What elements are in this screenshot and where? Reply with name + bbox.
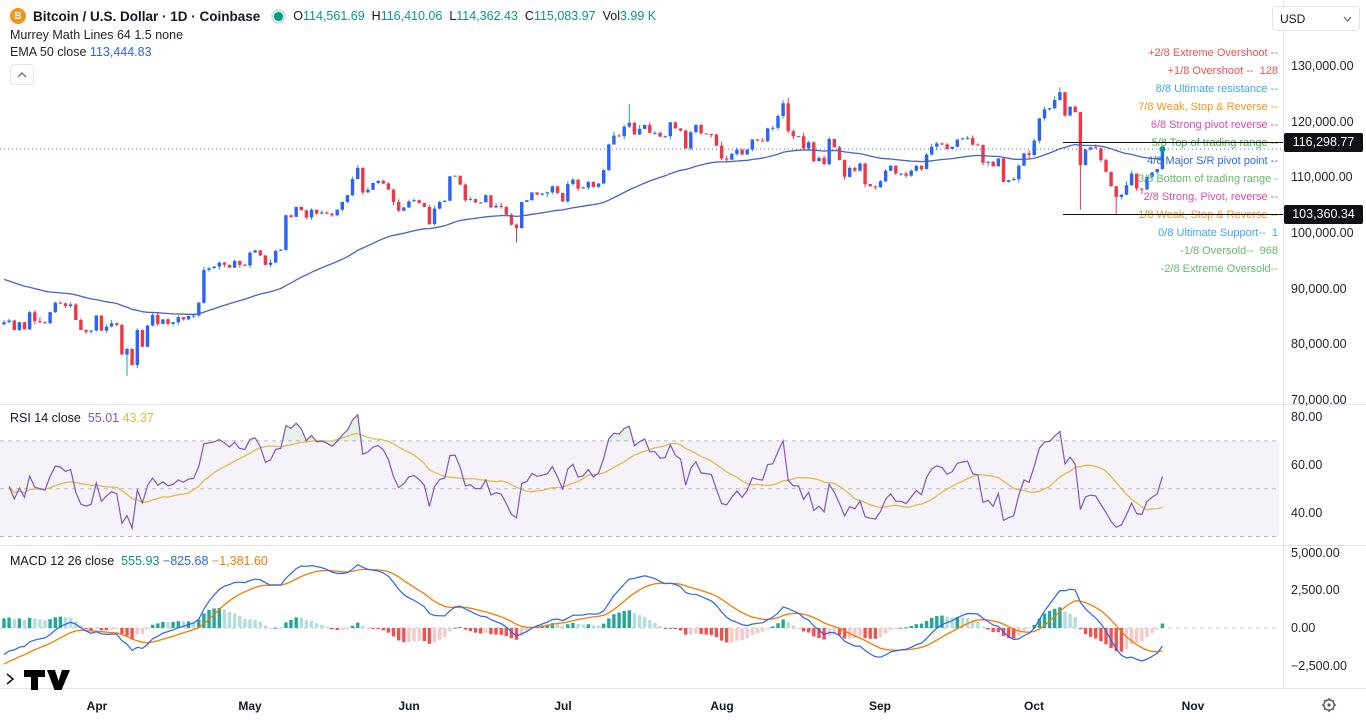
open-value: 114,561.69: [303, 9, 365, 23]
rsi-value: 55.01: [88, 411, 119, 425]
indicator-murrey-row[interactable]: Murrey Math Lines 64 1.5 none: [10, 26, 663, 43]
trading-chart-app: B Bitcoin / U.S. Dollar · 1D · Coinbase …: [0, 0, 1366, 720]
ohlc-values: O114,561.69 H116,410.06 L114,362.43 C115…: [293, 9, 663, 23]
murrey-5-8-line: [1063, 142, 1283, 144]
price-badge-top-range: 116,298.77: [1284, 133, 1363, 152]
indicator-ema-row[interactable]: EMA 50 close 113,444.83: [10, 43, 663, 60]
macd-signal-value: −1,381.60: [212, 554, 268, 568]
ema-indicator-label: EMA 50 close: [10, 45, 86, 59]
tradingview-logo[interactable]: [6, 666, 70, 695]
currency-selector[interactable]: USD: [1272, 6, 1360, 31]
market-status-icon[interactable]: [274, 12, 283, 21]
close-value: 115,083.97: [534, 9, 596, 23]
price-tick: 70,000.00: [1291, 392, 1347, 408]
currency-label: USD: [1280, 12, 1305, 26]
low-value: 114,362.43: [456, 9, 518, 23]
macd-tick: 2,500.00: [1291, 582, 1340, 598]
symbol-row[interactable]: B Bitcoin / U.S. Dollar · 1D · Coinbase …: [10, 6, 663, 26]
macd-legend[interactable]: MACD 12 26 close 555.93 −825.68 −1,381.6…: [10, 554, 268, 568]
month-label: May: [238, 697, 261, 715]
chart-legend: B Bitcoin / U.S. Dollar · 1D · Coinbase …: [10, 6, 663, 85]
macd-tick: 5,000.00: [1291, 545, 1340, 561]
month-label: Aug: [710, 697, 733, 715]
rsi-tick: 80.00: [1291, 409, 1322, 425]
price-tick: 80,000.00: [1291, 336, 1347, 352]
high-label: H: [372, 9, 381, 23]
price-tick: 90,000.00: [1291, 281, 1347, 297]
month-label: Sep: [869, 697, 891, 715]
murrey-label: +2/8 Extreme Overshoot --: [1138, 44, 1278, 62]
macd-hist-value: 555.93: [121, 554, 159, 568]
murrey-label: -1/8 Oversold-- 968: [1138, 242, 1278, 260]
murrey-label: +1/8 Overshoot -- 128: [1138, 62, 1278, 80]
price-badge-bottom-range: 103,360.34: [1284, 205, 1363, 224]
murrey-label: 3/8 Bottom of trading range -: [1138, 170, 1278, 188]
month-label: Apr: [87, 697, 108, 715]
ema-value: 113,444.83: [90, 45, 152, 59]
symbol-title[interactable]: Bitcoin / U.S. Dollar · 1D · Coinbase: [33, 9, 260, 24]
collapse-legend-button[interactable]: [10, 64, 34, 85]
murrey-label: -2/8 Extreme Oversold--: [1138, 260, 1278, 278]
rsi-ma-value: 43.37: [123, 411, 154, 425]
close-label: C: [525, 9, 534, 23]
bitcoin-icon: B: [10, 8, 26, 24]
murrey-label: 6/8 Strong pivot reverse --: [1138, 116, 1278, 134]
macd-line-value: −825.68: [163, 554, 209, 568]
murrey-label: 2/8 Strong, Pivot, reverse --: [1138, 188, 1278, 206]
price-tick: 130,000.00: [1291, 58, 1354, 74]
murrey-label: 0/8 Ultimate Support-- 1: [1138, 224, 1278, 242]
open-label: O: [293, 9, 303, 23]
time-axis-settings-icon[interactable]: [1321, 697, 1337, 718]
chevron-up-icon: [17, 72, 27, 78]
macd-tick: 0.00: [1291, 620, 1315, 636]
volume-value: 3.99 K: [620, 9, 656, 23]
murrey-label: 7/8 Weak, Stop & Reverse --: [1138, 98, 1278, 116]
month-label: Jul: [554, 697, 571, 715]
volume-label: Vol: [603, 9, 620, 23]
rsi-tick: 60.00: [1291, 457, 1322, 473]
price-tick: 100,000.00: [1291, 225, 1354, 241]
rsi-legend[interactable]: RSI 14 close 55.01 43.37: [10, 411, 154, 425]
macd-tick: −2,500.00: [1291, 658, 1347, 674]
murrey-label: 8/8 Ultimate resistance --: [1138, 80, 1278, 98]
murrey-labels: +2/8 Extreme Overshoot -- +1/8 Overshoot…: [1138, 44, 1278, 278]
month-label: Oct: [1024, 697, 1044, 715]
murrey-1-8-line: [1063, 214, 1283, 216]
price-tick: 110,000.00: [1291, 169, 1353, 185]
murrey-indicator-label: Murrey Math Lines 64 1.5 none: [10, 28, 183, 42]
murrey-label: 4/8 Major S/R pivot point --: [1138, 152, 1278, 170]
tradingview-logo-icon: [6, 666, 70, 690]
month-label: Nov: [1182, 697, 1205, 715]
chevron-down-icon: [1343, 16, 1352, 22]
macd-title: MACD 12 26 close: [10, 554, 114, 568]
high-value: 116,410.06: [381, 9, 443, 23]
rsi-tick: 40.00: [1291, 505, 1322, 521]
price-tick: 120,000.00: [1291, 114, 1354, 130]
rsi-title: RSI 14 close: [10, 411, 81, 425]
month-label: Jun: [398, 697, 419, 715]
